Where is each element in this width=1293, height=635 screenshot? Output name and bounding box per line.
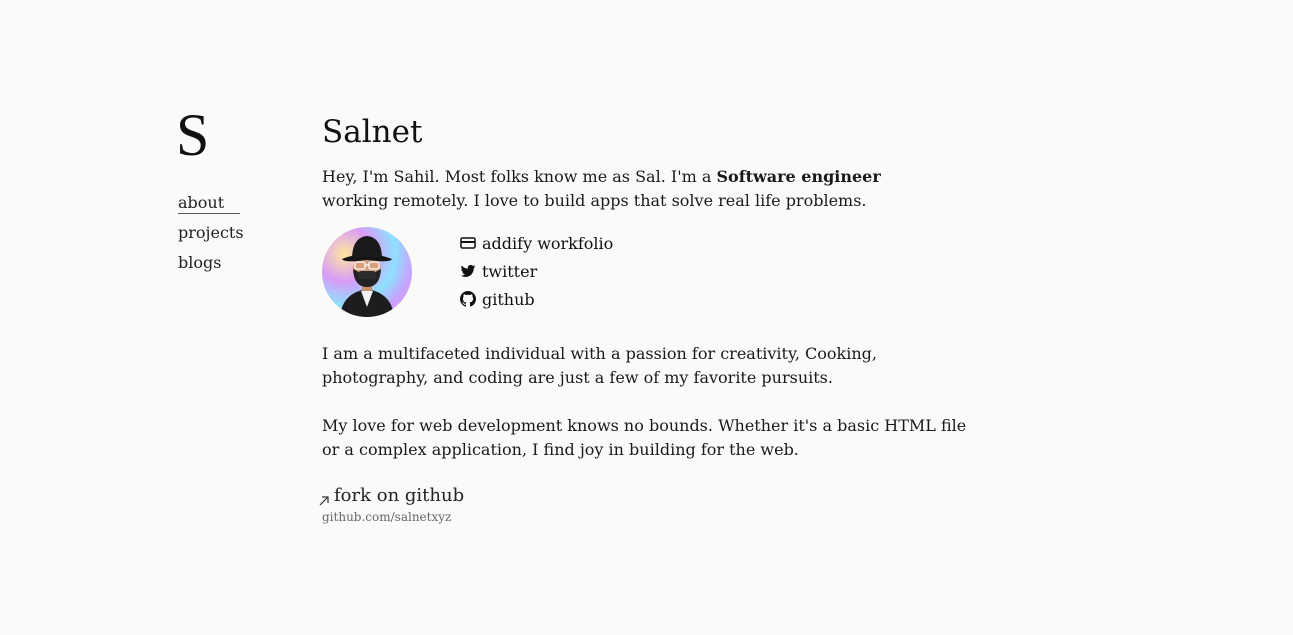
social-links: addify workfolio twitter github: [460, 229, 613, 313]
link-label: addify workfolio: [482, 233, 614, 253]
link-addify-workfolio[interactable]: addify workfolio: [460, 229, 613, 257]
logo-letter: S: [176, 102, 210, 168]
page-title: Salnet: [322, 114, 423, 150]
nav-item-blogs[interactable]: blogs: [178, 252, 244, 282]
fork-label: fork on github: [334, 485, 465, 506]
nav-item-label: blogs: [178, 253, 222, 272]
nav-item-about[interactable]: about: [178, 192, 244, 222]
intro-text: Hey, I'm Sahil. Most folks know me as Sa…: [322, 165, 942, 213]
link-label: github: [482, 289, 535, 309]
card-icon: [460, 235, 476, 251]
bio-paragraph: I am a multifaceted individual with a pa…: [322, 344, 877, 387]
site-logo[interactable]: S: [176, 104, 209, 166]
avatar: [322, 227, 412, 317]
side-nav: about projects blogs: [178, 192, 244, 282]
intro-text-end: working remotely. I love to build apps t…: [322, 191, 867, 210]
twitter-icon: [460, 263, 476, 279]
link-twitter[interactable]: twitter: [460, 257, 613, 285]
intro-role: Software engineer: [716, 167, 881, 186]
link-label: twitter: [482, 261, 538, 281]
main-content: Salnet Hey, I'm Sahil. Most folks know m…: [319, 112, 982, 525]
profile-row: addify workfolio twitter github: [322, 227, 982, 322]
bio-paragraph: My love for web development knows no bou…: [322, 416, 967, 459]
link-github[interactable]: github: [460, 285, 613, 313]
nav-item-label: projects: [178, 223, 244, 242]
fork-url: github.com/salnetxyz: [322, 510, 452, 524]
avatar-illustration: [340, 236, 394, 317]
arrow-up-right-icon: [318, 490, 330, 506]
fork-on-github-link[interactable]: fork on github: [319, 484, 982, 508]
nav-item-projects[interactable]: projects: [178, 222, 244, 252]
nav-item-label: about: [178, 193, 241, 214]
intro-text-start: Hey, I'm Sahil. Most folks know me as Sa…: [322, 167, 717, 186]
github-icon: [460, 291, 476, 307]
